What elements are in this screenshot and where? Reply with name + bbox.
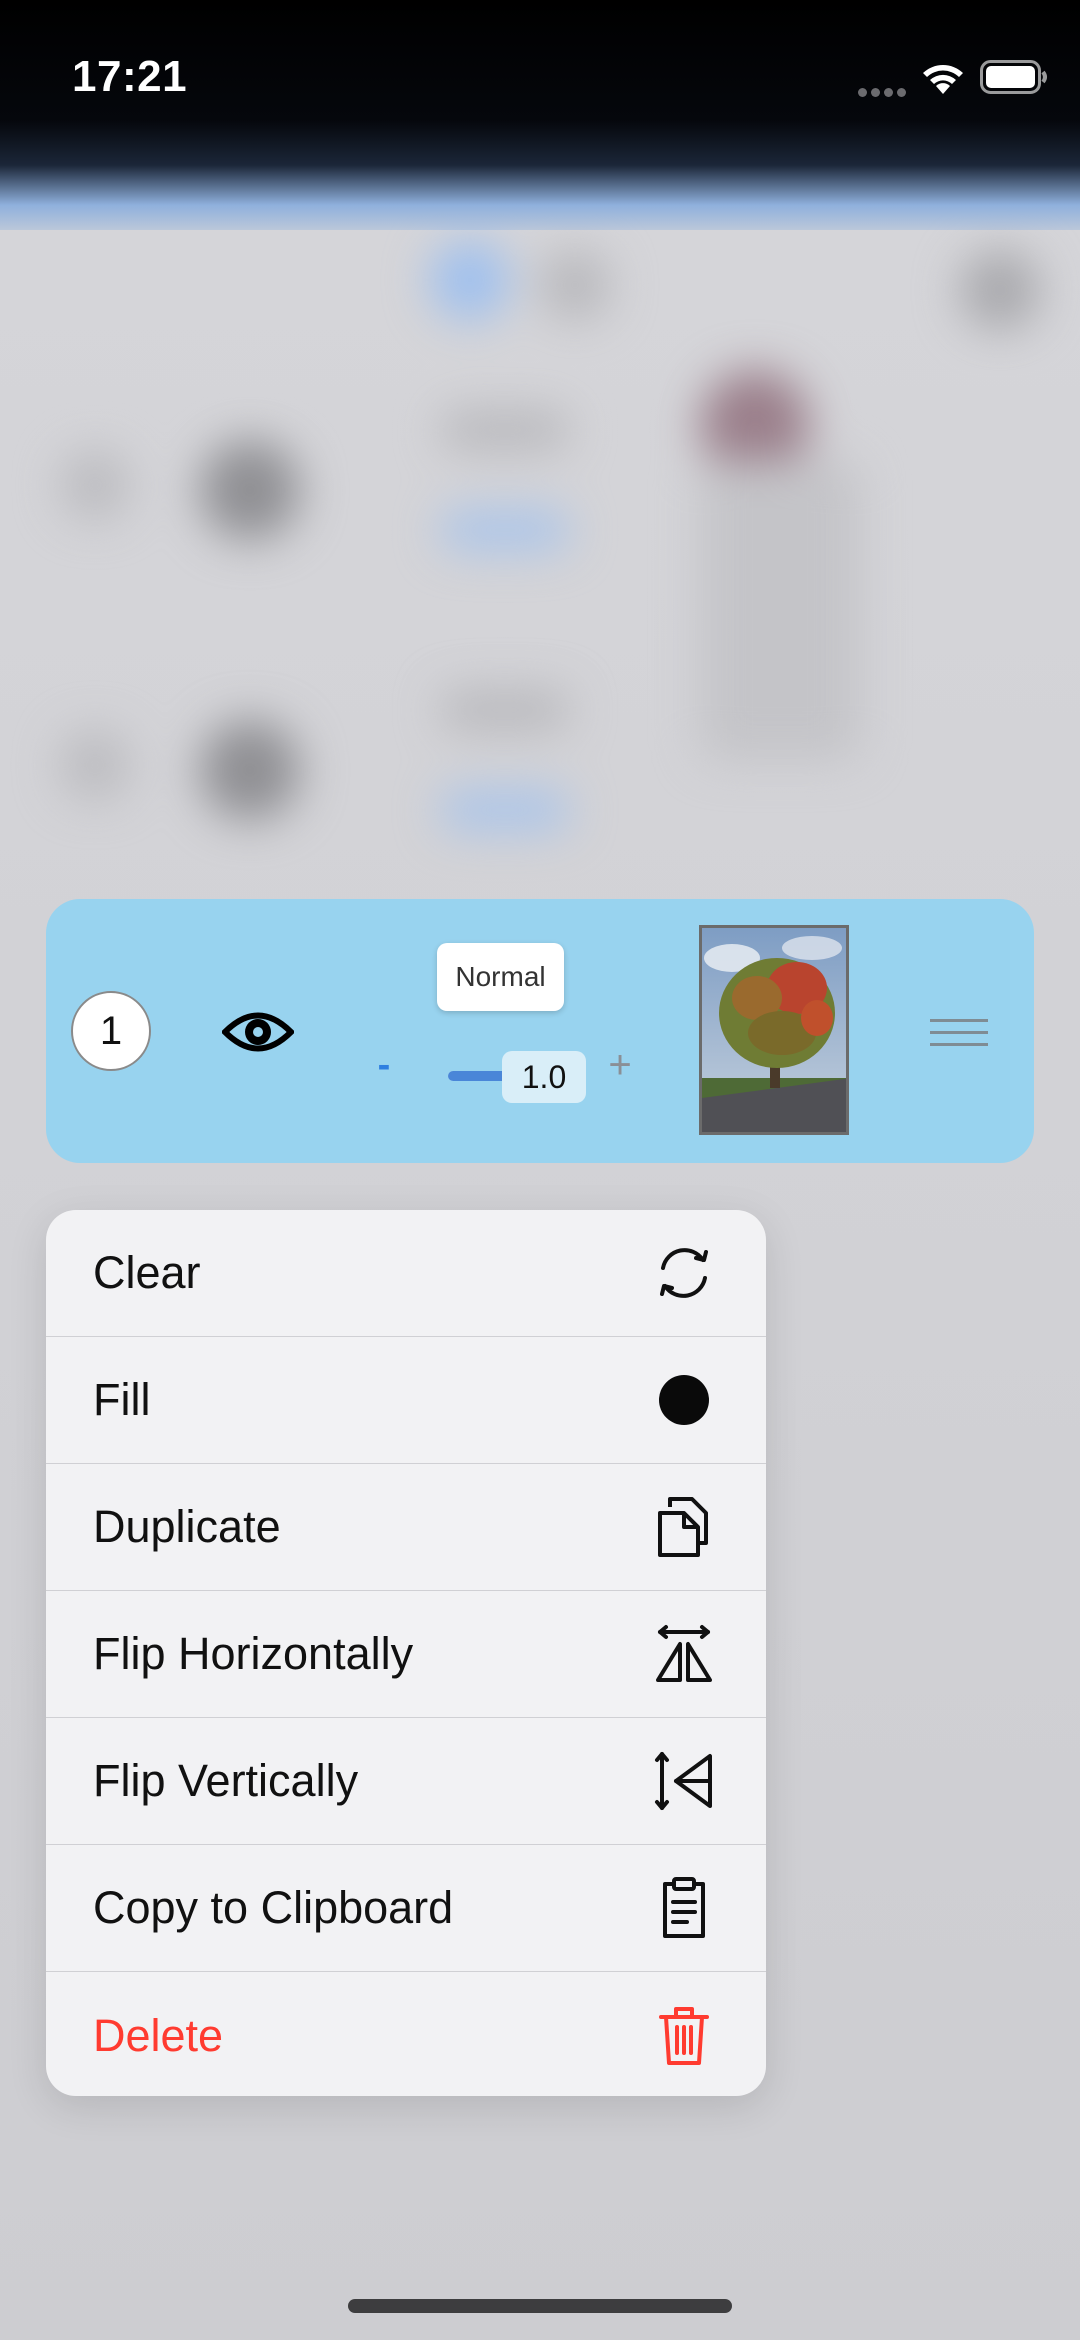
menu-item-label: Copy to Clipboard <box>93 1882 454 1933</box>
trash-icon <box>652 2004 716 2068</box>
blend-mode-button[interactable]: Normal <box>437 943 564 1011</box>
fill-circle-icon <box>652 1368 716 1432</box>
menu-item-label: Duplicate <box>93 1501 281 1552</box>
clipboard-icon <box>652 1876 716 1940</box>
signal-icon <box>858 84 910 102</box>
opacity-decrease-button[interactable]: - <box>364 1045 404 1085</box>
menu-item-clear[interactable]: Clear <box>46 1210 766 1337</box>
status-bar: 17:21 <box>0 0 1080 230</box>
flip-vertical-icon <box>652 1749 716 1813</box>
menu-item-label: Delete <box>93 2009 224 2061</box>
opacity-value: 1.0 <box>502 1051 586 1103</box>
home-indicator <box>348 2299 732 2313</box>
battery-icon <box>980 60 1050 101</box>
flip-horizontal-icon <box>652 1622 716 1686</box>
layer-thumbnail <box>699 925 849 1135</box>
menu-item-fill[interactable]: Fill <box>46 1337 766 1464</box>
menu-item-delete[interactable]: Delete <box>46 1972 766 2096</box>
wifi-icon <box>918 58 968 101</box>
layer-row[interactable]: 1 Normal - 1.0 + <box>46 899 1034 1163</box>
menu-item-label: Flip Vertically <box>93 1755 359 1806</box>
drag-handle-icon[interactable] <box>930 1017 988 1054</box>
menu-item-flip-horizontally[interactable]: Flip Horizontally <box>46 1591 766 1718</box>
menu-item-label: Clear <box>93 1247 201 1298</box>
menu-item-duplicate[interactable]: Duplicate <box>46 1464 766 1591</box>
eye-icon[interactable] <box>220 1009 296 1060</box>
clear-cycle-icon <box>652 1241 716 1305</box>
duplicate-icon <box>652 1495 716 1559</box>
context-menu: Clear Fill Duplicate Flip Horizontally F… <box>46 1210 766 2096</box>
layer-number: 1 <box>71 991 151 1071</box>
opacity-increase-button[interactable]: + <box>600 1045 640 1085</box>
menu-item-copy-to-clipboard[interactable]: Copy to Clipboard <box>46 1845 766 1972</box>
menu-item-label: Fill <box>93 1374 151 1425</box>
menu-item-label: Flip Horizontally <box>93 1628 414 1679</box>
menu-item-flip-vertically[interactable]: Flip Vertically <box>46 1718 766 1845</box>
status-time: 17:21 <box>72 52 188 101</box>
